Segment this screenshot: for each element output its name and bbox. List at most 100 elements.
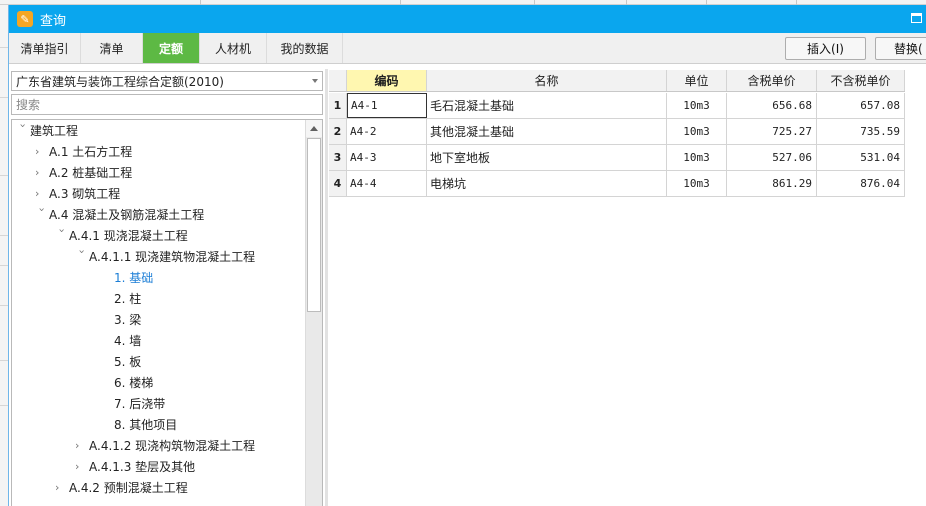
tree-node-a4-1-1[interactable]: › A.4.1.1 现浇建筑物混凝土工程 [75, 246, 256, 267]
tree-node-a1[interactable]: › A.1 土石方工程 [35, 141, 132, 162]
background-app-strip [0, 5, 8, 506]
title-bar[interactable]: ✎ 查询 [9, 5, 926, 33]
cell-price-tax[interactable]: 861.29 [727, 171, 817, 196]
row-number: 2 [329, 119, 347, 144]
collapse-arrow-icon[interactable]: › [75, 460, 89, 473]
table-row[interactable]: 2 A4-2 其他混凝土基础 10m3 725.27 735.59 [329, 119, 905, 145]
tab-my-data[interactable]: 我的数据 [267, 33, 343, 63]
row-number: 1 [329, 93, 347, 118]
tree-node-a4-2[interactable]: › A.4.2 预制混凝土工程 [55, 477, 188, 498]
expand-arrow-icon[interactable]: › [17, 124, 30, 138]
background-divider [0, 405, 8, 406]
app-logo-icon: ✎ [17, 11, 33, 27]
cell-name[interactable]: 地下室地板 [427, 145, 667, 170]
tree-node-label: A.2 桩基础工程 [49, 166, 133, 180]
cell-price-tax[interactable]: 656.68 [727, 93, 817, 118]
panel-splitter[interactable] [325, 69, 328, 506]
row-number: 3 [329, 145, 347, 170]
quota-library-value: 广东省建筑与装饰工程综合定额(2010) [16, 74, 224, 89]
cell-price-notax[interactable]: 531.04 [817, 145, 905, 170]
tree-scrollbar[interactable] [305, 120, 322, 506]
table-row[interactable]: 3 A4-3 地下室地板 10m3 527.06 531.04 [329, 145, 905, 171]
tree-node-a4[interactable]: › A.4 混凝土及钢筋混凝土工程 [35, 204, 205, 225]
cell-unit[interactable]: 10m3 [667, 93, 727, 118]
tree-leaf-wall[interactable]: 4. 墙 [114, 330, 141, 351]
cell-name[interactable]: 毛石混凝土基础 [427, 93, 667, 118]
tree-leaf-column[interactable]: 2. 柱 [114, 288, 141, 309]
cell-price-notax[interactable]: 657.08 [817, 93, 905, 118]
cell-code[interactable]: A4-4 [347, 171, 427, 196]
cell-price-notax[interactable]: 876.04 [817, 171, 905, 196]
tab-labor-material-machine[interactable]: 人材机 [200, 33, 267, 63]
tree-leaf-foundation[interactable]: 1. 基础 [114, 267, 153, 288]
cell-unit[interactable]: 10m3 [667, 145, 727, 170]
collapse-arrow-icon[interactable]: › [55, 481, 69, 494]
query-dialog: ✎ 查询 清单指引 清单 定额 人材机 我的数据 插入(I) 替换( 广东省建筑… [8, 5, 926, 506]
cell-code[interactable]: A4-1 [347, 93, 427, 118]
background-divider [0, 305, 8, 306]
cell-name[interactable]: 其他混凝土基础 [427, 119, 667, 144]
tree-node-a4-1[interactable]: › A.4.1 现浇混凝土工程 [55, 225, 188, 246]
background-divider [0, 235, 8, 236]
tree-node-a3[interactable]: › A.3 砌筑工程 [35, 183, 120, 204]
row-number: 4 [329, 171, 347, 196]
cell-unit[interactable]: 10m3 [667, 119, 727, 144]
tree-leaf-other-items[interactable]: 8. 其他项目 [114, 414, 177, 435]
collapse-arrow-icon[interactable]: › [35, 166, 49, 179]
tree-node-label: A.4.1.2 现浇构筑物混凝土工程 [89, 439, 256, 453]
column-header-name[interactable]: 名称 [427, 70, 667, 91]
tree-leaf-post-pour-strip[interactable]: 7. 后浇带 [114, 393, 165, 414]
tree-node-label: A.1 土石方工程 [49, 145, 133, 159]
expand-arrow-icon[interactable]: › [36, 208, 49, 222]
tree-node-label: A.4 混凝土及钢筋混凝土工程 [49, 208, 205, 222]
grid-header: 编码 名称 单位 含税单价 不含税单价 [329, 70, 905, 92]
column-header-unit[interactable]: 单位 [667, 70, 727, 91]
maximize-icon[interactable] [911, 13, 922, 23]
search-input[interactable] [11, 94, 323, 115]
tree-leaf-stairs[interactable]: 6. 楼梯 [114, 372, 153, 393]
tree-leaf-slab[interactable]: 5. 板 [114, 351, 141, 372]
tab-quota[interactable]: 定额 [143, 33, 200, 63]
column-header-price-notax[interactable]: 不含税单价 [817, 70, 905, 91]
tree-node-construction[interactable]: › 建筑工程 [16, 120, 79, 141]
tree-leaf-beam[interactable]: 3. 梁 [114, 309, 141, 330]
quota-tree-panel: 广东省建筑与装饰工程综合定额(2010) › 建筑工程 › A.1 土石方工程 … [9, 69, 325, 506]
tab-list[interactable]: 清单 [81, 33, 143, 63]
cell-code[interactable]: A4-3 [347, 145, 427, 170]
cell-unit[interactable]: 10m3 [667, 171, 727, 196]
quota-library-select[interactable]: 广东省建筑与装饰工程综合定额(2010) [11, 71, 323, 91]
tab-bar: 清单指引 清单 定额 人材机 我的数据 插入(I) 替换( [9, 33, 926, 64]
scroll-up-icon[interactable] [306, 120, 322, 137]
background-divider [0, 360, 8, 361]
collapse-arrow-icon[interactable]: › [75, 439, 89, 452]
background-divider [0, 265, 8, 266]
column-header-price-tax[interactable]: 含税单价 [727, 70, 817, 91]
tree-node-label: 建筑工程 [30, 124, 79, 138]
cell-name[interactable]: 电梯坑 [427, 171, 667, 196]
cell-price-tax[interactable]: 527.06 [727, 145, 817, 170]
table-row[interactable]: 1 A4-1 毛石混凝土基础 10m3 656.68 657.08 [329, 93, 905, 119]
tree-node-label: A.3 砌筑工程 [49, 187, 121, 201]
expand-arrow-icon[interactable]: › [76, 250, 89, 264]
collapse-arrow-icon[interactable]: › [35, 145, 49, 158]
tab-list-guide[interactable]: 清单指引 [9, 33, 81, 63]
tree-node-label: A.4.1 现浇混凝土工程 [69, 229, 188, 243]
tree-node-a2[interactable]: › A.2 桩基础工程 [35, 162, 132, 183]
tree-node-a4-1-2[interactable]: › A.4.1.2 现浇构筑物混凝土工程 [75, 435, 255, 456]
scrollbar-thumb[interactable] [307, 138, 321, 312]
expand-arrow-icon[interactable]: › [56, 229, 69, 243]
cell-code[interactable]: A4-2 [347, 119, 427, 144]
quota-tree: › 建筑工程 › A.1 土石方工程 › A.2 桩基础工程 › A.3 砌筑工… [11, 119, 323, 506]
cell-price-notax[interactable]: 735.59 [817, 119, 905, 144]
insert-button[interactable]: 插入(I) [785, 37, 866, 60]
chevron-down-icon[interactable] [312, 79, 318, 83]
tree-node-a4-1-3[interactable]: › A.4.1.3 垫层及其他 [75, 456, 195, 477]
row-number-header [329, 70, 347, 91]
window-title: 查询 [40, 13, 67, 29]
column-header-code[interactable]: 编码 [347, 70, 427, 91]
background-divider [0, 175, 8, 176]
replace-button[interactable]: 替换( [875, 37, 926, 60]
collapse-arrow-icon[interactable]: › [35, 187, 49, 200]
cell-price-tax[interactable]: 725.27 [727, 119, 817, 144]
table-row[interactable]: 4 A4-4 电梯坑 10m3 861.29 876.04 [329, 171, 905, 197]
